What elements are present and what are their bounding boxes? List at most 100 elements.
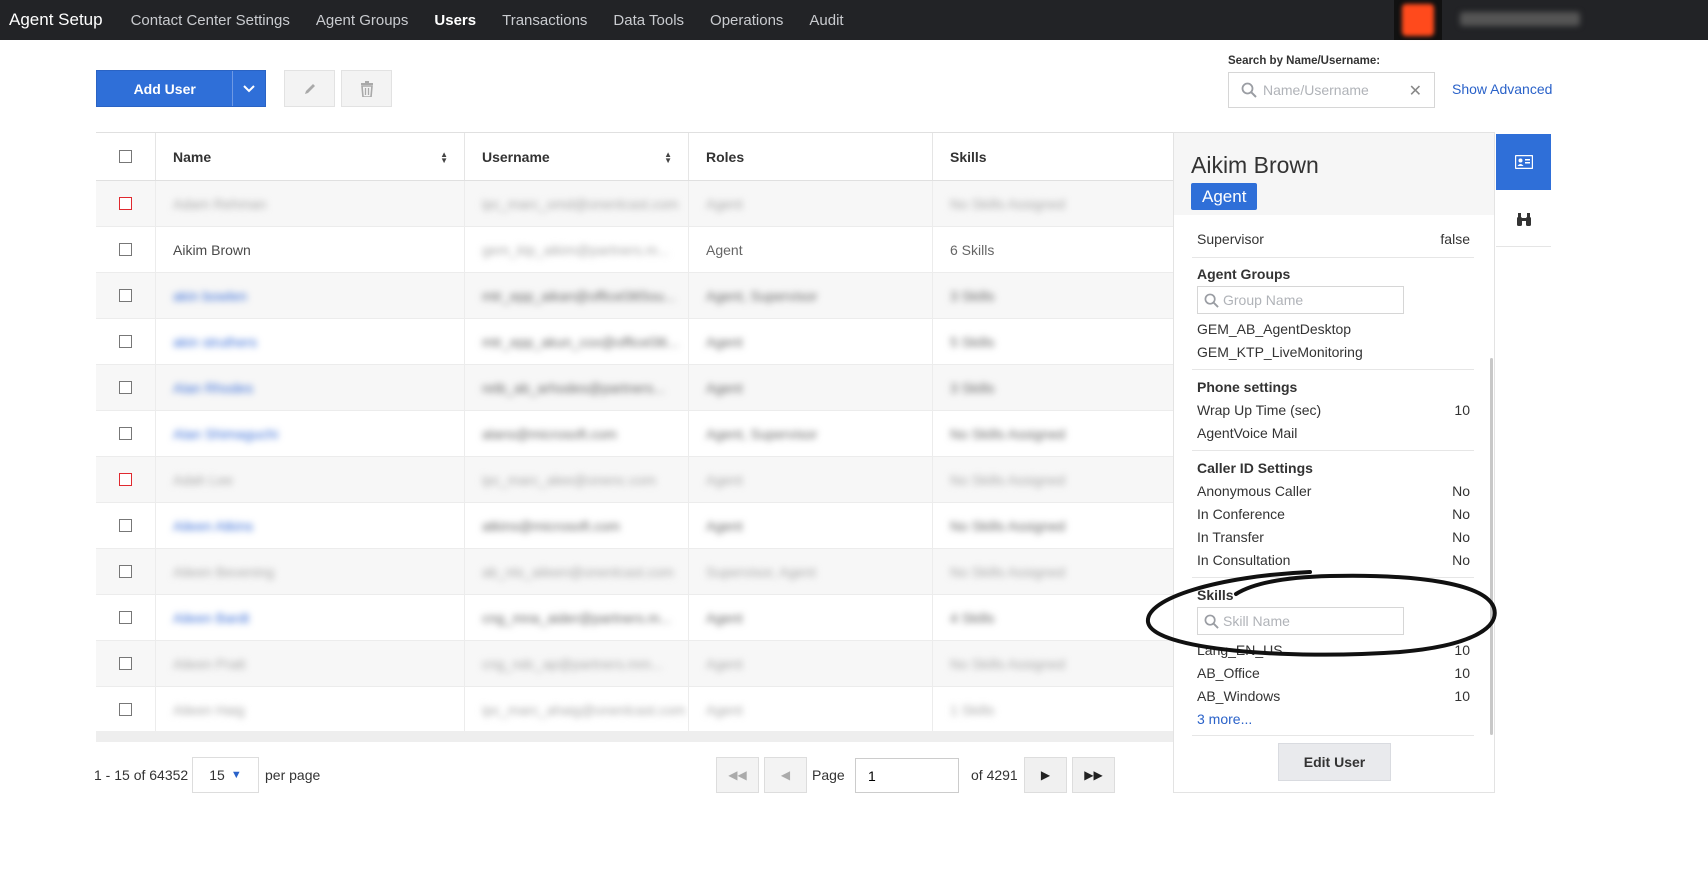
- trash-icon: [360, 80, 373, 97]
- user-menu[interactable]: [1460, 12, 1580, 26]
- user-name[interactable]: Alan Shimaguchi: [173, 426, 278, 442]
- user-skills: No Skills Assigned: [950, 517, 1066, 534]
- cell-name[interactable]: Aileen Bardt: [156, 595, 465, 640]
- add-user-button[interactable]: Add User: [96, 70, 266, 107]
- cell-username: ipc_marc_omd@onenlcast.com: [465, 181, 689, 226]
- row-checkbox[interactable]: [119, 427, 132, 440]
- rail-user-details[interactable]: [1496, 134, 1551, 190]
- nav-operations[interactable]: Operations: [697, 12, 796, 29]
- skill-search[interactable]: [1197, 607, 1404, 635]
- clear-search-icon[interactable]: ✕: [1409, 81, 1422, 101]
- table-row[interactable]: Adam Rehman ipc_marc_omd@onenlcast.com Age…: [96, 181, 1174, 227]
- search-field[interactable]: ✕: [1228, 72, 1435, 108]
- nav-data-tools[interactable]: Data Tools: [600, 12, 697, 29]
- cell-name[interactable]: Alan Shimaguchi: [156, 411, 465, 456]
- table-row[interactable]: Aileen Pratt cng_ndc_ap@partners.mm... Age…: [96, 641, 1174, 687]
- rail-monitor[interactable]: [1496, 191, 1551, 247]
- column-header-name[interactable]: Name ▲ ▼: [156, 133, 465, 180]
- more-skills-link[interactable]: 3 more...: [1197, 711, 1252, 727]
- row-checkbox[interactable]: [119, 519, 132, 532]
- cell-name[interactable]: Adah Lee: [156, 457, 465, 502]
- row-checkbox[interactable]: [119, 197, 132, 210]
- user-name[interactable]: Aileen Haig: [173, 702, 245, 718]
- row-checkbox[interactable]: [119, 243, 132, 256]
- cell-name[interactable]: Alan Rhodes: [156, 365, 465, 410]
- delete-button[interactable]: [341, 70, 392, 107]
- row-checkbox[interactable]: [119, 703, 132, 716]
- edit-button[interactable]: [284, 70, 335, 107]
- setting-value: No: [1452, 506, 1470, 522]
- cell-name[interactable]: Aileen Atkins: [156, 503, 465, 548]
- cell-name[interactable]: Adam Rehman: [156, 181, 465, 226]
- cell-username: atkins@microsoft.com: [465, 503, 689, 548]
- user-name[interactable]: akin bowlen: [173, 288, 247, 304]
- table-row[interactable]: Aileen Bardt cng_mna_aider@partners.m... A…: [96, 595, 1174, 641]
- row-checkbox[interactable]: [119, 657, 132, 670]
- cell-name[interactable]: Aileen Bevening: [156, 549, 465, 594]
- app-title[interactable]: Agent Setup: [0, 10, 118, 30]
- edit-user-button[interactable]: Edit User: [1278, 743, 1391, 781]
- table-row[interactable]: Aikim Brown gem_ktp_aikim@partners.m... Ag…: [96, 227, 1174, 273]
- table-row[interactable]: Adah Lee ipc_marc_alee@onenc.com Agent No S…: [96, 457, 1174, 503]
- row-checkbox[interactable]: [119, 289, 132, 302]
- user-name[interactable]: Aileen Pratt: [173, 656, 245, 672]
- cell-name[interactable]: Aikim Brown: [156, 227, 465, 272]
- row-checkbox[interactable]: [119, 473, 132, 486]
- setting-label: Anonymous Caller: [1197, 483, 1312, 499]
- nav-transactions[interactable]: Transactions: [489, 12, 600, 29]
- first-page-button[interactable]: ◀◀: [716, 757, 759, 793]
- column-header-username[interactable]: Username ▲ ▼: [465, 133, 689, 180]
- table-row[interactable]: Aileen Atkins atkins@microsoft.com Agent No…: [96, 503, 1174, 549]
- table-row[interactable]: Aileen Bevening ab_nts_aileen@onenlcast.c…: [96, 549, 1174, 595]
- table-row[interactable]: Alan Shimaguchi alans@microsoft.com Agent,…: [96, 411, 1174, 457]
- page-number-input[interactable]: [855, 758, 959, 793]
- row-checkbox[interactable]: [119, 335, 132, 348]
- page-size-select[interactable]: 15 ▼: [192, 757, 259, 793]
- nav-audit[interactable]: Audit: [796, 12, 856, 29]
- nav-users[interactable]: Users: [421, 12, 489, 29]
- supervisor-label: Supervisor: [1197, 231, 1264, 247]
- last-page-button[interactable]: ▶▶: [1072, 757, 1115, 793]
- group-search-input[interactable]: [1223, 292, 1393, 308]
- cell-name[interactable]: akin bowlen: [156, 273, 465, 318]
- sort-icon[interactable]: ▲ ▼: [664, 151, 672, 165]
- user-roles: Agent: [706, 195, 743, 212]
- cell-name[interactable]: akin struthers: [156, 319, 465, 364]
- next-page-button[interactable]: ▶: [1024, 757, 1067, 793]
- group-search[interactable]: [1197, 286, 1404, 314]
- search-label: Search by Name/Username:: [1228, 55, 1381, 67]
- table-row[interactable]: Aileen Haig ipc_marc_ahaig@onenlcast.com A…: [96, 687, 1174, 733]
- user-name[interactable]: Aikim Brown: [173, 242, 251, 258]
- select-all-checkbox[interactable]: [119, 150, 132, 163]
- cell-name[interactable]: Aileen Pratt: [156, 641, 465, 686]
- row-checkbox[interactable]: [119, 565, 132, 578]
- row-checkbox[interactable]: [119, 611, 132, 624]
- row-checkbox[interactable]: [119, 381, 132, 394]
- user-avatar[interactable]: [1394, 0, 1442, 40]
- table-row[interactable]: Alan Rhodes retb_ab_arhodes@partners... Ag…: [96, 365, 1174, 411]
- show-advanced-link[interactable]: Show Advanced: [1452, 81, 1552, 97]
- cell-roles: Agent, Supervisor: [689, 273, 933, 318]
- user-name[interactable]: Alan Rhodes: [173, 380, 253, 396]
- prev-page-button[interactable]: ◀: [764, 757, 807, 793]
- user-name[interactable]: Aileen Bevening: [173, 564, 274, 580]
- skill-search-input[interactable]: [1223, 613, 1393, 629]
- panel-scrollbar[interactable]: [1490, 358, 1493, 735]
- search-input[interactable]: [1263, 82, 1413, 98]
- cell-name[interactable]: Aileen Haig: [156, 687, 465, 732]
- user-name[interactable]: akin struthers: [173, 334, 257, 350]
- users-table: Name ▲ ▼ Username ▲ ▼ Roles Skills Adam Rehm…: [96, 132, 1174, 742]
- user-name[interactable]: Adam Rehman: [173, 196, 266, 212]
- sort-icon[interactable]: ▲ ▼: [440, 151, 448, 165]
- nav-contact-center-settings[interactable]: Contact Center Settings: [118, 12, 303, 29]
- user-roles: Agent: [706, 471, 743, 488]
- table-row[interactable]: akin bowlen mtr_epp_aikan@officel365ou...…: [96, 273, 1174, 319]
- user-name[interactable]: Adah Lee: [173, 472, 233, 488]
- cell-roles: Agent: [689, 687, 933, 732]
- table-row[interactable]: akin struthers mtr_epp_akun_cox@officel36…: [96, 319, 1174, 365]
- table-scrollbar[interactable]: [96, 731, 1174, 742]
- user-name[interactable]: Aileen Bardt: [173, 610, 249, 626]
- user-name[interactable]: Aileen Atkins: [173, 518, 253, 534]
- nav-agent-groups[interactable]: Agent Groups: [303, 12, 422, 29]
- add-user-dropdown[interactable]: [232, 71, 265, 106]
